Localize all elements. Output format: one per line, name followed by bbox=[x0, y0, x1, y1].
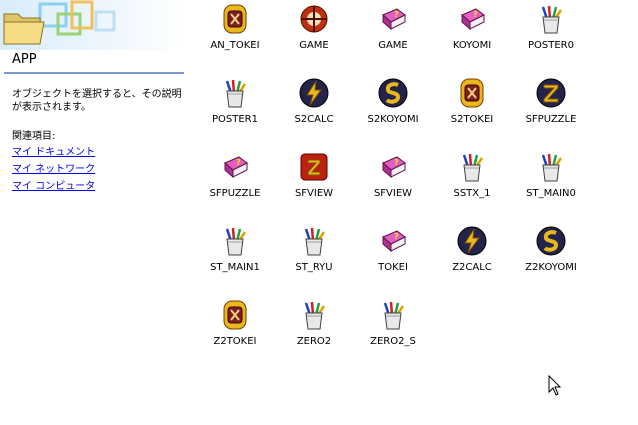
game-app-icon[interactable] bbox=[298, 3, 330, 35]
file-item[interactable]: S2CALC bbox=[272, 77, 356, 133]
file-item-label[interactable]: ZERO2 bbox=[272, 336, 356, 347]
calculator-app-icon[interactable] bbox=[298, 77, 330, 109]
file-item-label[interactable]: AN_TOKEI bbox=[193, 40, 277, 51]
file-item[interactable]: POSTER1 bbox=[193, 77, 277, 133]
clock-app-icon[interactable] bbox=[219, 299, 251, 331]
file-item[interactable]: ST_MAIN1 bbox=[193, 225, 277, 281]
file-item[interactable]: Z2KOYOMI bbox=[509, 225, 593, 281]
file-item-label[interactable]: SFPUZZLE bbox=[193, 188, 277, 199]
pencil-cup-icon[interactable] bbox=[298, 299, 330, 331]
file-item[interactable]: ? GAME bbox=[351, 3, 435, 59]
pencil-cup-icon[interactable] bbox=[535, 3, 567, 35]
file-item-label[interactable]: ST_MAIN1 bbox=[193, 262, 277, 273]
file-item-label[interactable]: S2CALC bbox=[272, 114, 356, 125]
file-item-label[interactable]: SFVIEW bbox=[272, 188, 356, 199]
file-item-label[interactable]: GAME bbox=[272, 40, 356, 51]
svg-text:?: ? bbox=[473, 10, 478, 19]
pencil-cup-icon[interactable] bbox=[456, 151, 488, 183]
puzzle-app-icon[interactable] bbox=[535, 77, 567, 109]
calculator-app-icon[interactable] bbox=[456, 225, 488, 257]
related-items-heading: 関連項目: bbox=[12, 131, 56, 142]
file-item-label[interactable]: POSTER1 bbox=[193, 114, 277, 125]
file-item-label[interactable]: SFPUZZLE bbox=[509, 114, 593, 125]
viewer-app-icon[interactable] bbox=[298, 151, 330, 183]
svg-text:?: ? bbox=[394, 10, 399, 19]
file-icon-grid: AN_TOKEI GAME ? GAME ? KOYOMI POSTER0 PO… bbox=[186, 0, 638, 425]
file-item-label[interactable]: GAME bbox=[351, 40, 435, 51]
help-book-icon[interactable]: ? bbox=[456, 3, 488, 35]
file-item-label[interactable]: ZERO2_S bbox=[351, 336, 435, 347]
file-item[interactable]: SSTX_1 bbox=[430, 151, 514, 207]
file-item[interactable]: SFPUZZLE bbox=[509, 77, 593, 133]
file-item-label[interactable]: Z2CALC bbox=[430, 262, 514, 273]
file-item-label[interactable]: POSTER0 bbox=[509, 40, 593, 51]
file-item-label[interactable]: S2KOYOMI bbox=[351, 114, 435, 125]
folder-info-pane: APP オブジェクトを選択すると、その説明が表示されます。 関連項目: マイ ド… bbox=[0, 0, 186, 425]
my-network-link[interactable]: マイ ネットワーク bbox=[12, 160, 95, 175]
svg-text:?: ? bbox=[236, 158, 241, 167]
clock-app-icon[interactable] bbox=[456, 77, 488, 109]
selection-hint-text: オブジェクトを選択すると、その説明が表示されます。 bbox=[12, 89, 182, 113]
file-item[interactable]: SFVIEW bbox=[272, 151, 356, 207]
svg-text:?: ? bbox=[394, 232, 399, 241]
help-book-icon[interactable]: ? bbox=[377, 225, 409, 257]
file-item[interactable]: POSTER0 bbox=[509, 3, 593, 59]
file-item[interactable]: GAME bbox=[272, 3, 356, 59]
pencil-cup-icon[interactable] bbox=[377, 299, 409, 331]
file-item[interactable]: Z2CALC bbox=[430, 225, 514, 281]
folder-icon bbox=[3, 13, 45, 45]
folder-title: APP bbox=[12, 52, 37, 67]
file-item-label[interactable]: ST_RYU bbox=[272, 262, 356, 273]
file-item[interactable]: AN_TOKEI bbox=[193, 3, 277, 59]
svg-text:?: ? bbox=[394, 158, 399, 167]
pencil-cup-icon[interactable] bbox=[535, 151, 567, 183]
file-item[interactable]: ST_MAIN0 bbox=[509, 151, 593, 207]
clock-app-icon[interactable] bbox=[219, 3, 251, 35]
file-item[interactable]: ? SFVIEW bbox=[351, 151, 435, 207]
my-computer-link[interactable]: マイ コンピュータ bbox=[12, 177, 95, 192]
file-item-label[interactable]: SSTX_1 bbox=[430, 188, 514, 199]
my-documents-link[interactable]: マイ ドキュメント bbox=[12, 143, 95, 158]
help-book-icon[interactable]: ? bbox=[219, 151, 251, 183]
folder-banner-graphic bbox=[0, 0, 186, 50]
file-item-label[interactable]: Z2KOYOMI bbox=[509, 262, 593, 273]
file-item-label[interactable]: SFVIEW bbox=[351, 188, 435, 199]
title-divider bbox=[4, 72, 184, 74]
file-item[interactable]: ? KOYOMI bbox=[430, 3, 514, 59]
file-item-label[interactable]: Z2TOKEI bbox=[193, 336, 277, 347]
file-item-label[interactable]: S2TOKEI bbox=[430, 114, 514, 125]
pencil-cup-icon[interactable] bbox=[219, 77, 251, 109]
file-item[interactable]: S2TOKEI bbox=[430, 77, 514, 133]
help-book-icon[interactable]: ? bbox=[377, 151, 409, 183]
file-item[interactable]: ZERO2 bbox=[272, 299, 356, 355]
file-item[interactable]: ZERO2_S bbox=[351, 299, 435, 355]
file-item[interactable]: ? TOKEI bbox=[351, 225, 435, 281]
calendar-app-icon[interactable] bbox=[377, 77, 409, 109]
help-book-icon[interactable]: ? bbox=[377, 3, 409, 35]
calendar-app-icon[interactable] bbox=[535, 225, 567, 257]
file-item[interactable]: S2KOYOMI bbox=[351, 77, 435, 133]
pencil-cup-icon[interactable] bbox=[219, 225, 251, 257]
file-item-label[interactable]: KOYOMI bbox=[430, 40, 514, 51]
file-item[interactable]: ST_RYU bbox=[272, 225, 356, 281]
file-item-label[interactable]: TOKEI bbox=[351, 262, 435, 273]
file-item-label[interactable]: ST_MAIN0 bbox=[509, 188, 593, 199]
file-item[interactable]: Z2TOKEI bbox=[193, 299, 277, 355]
file-item[interactable]: ? SFPUZZLE bbox=[193, 151, 277, 207]
mouse-pointer-icon bbox=[548, 375, 562, 396]
pencil-cup-icon[interactable] bbox=[298, 225, 330, 257]
